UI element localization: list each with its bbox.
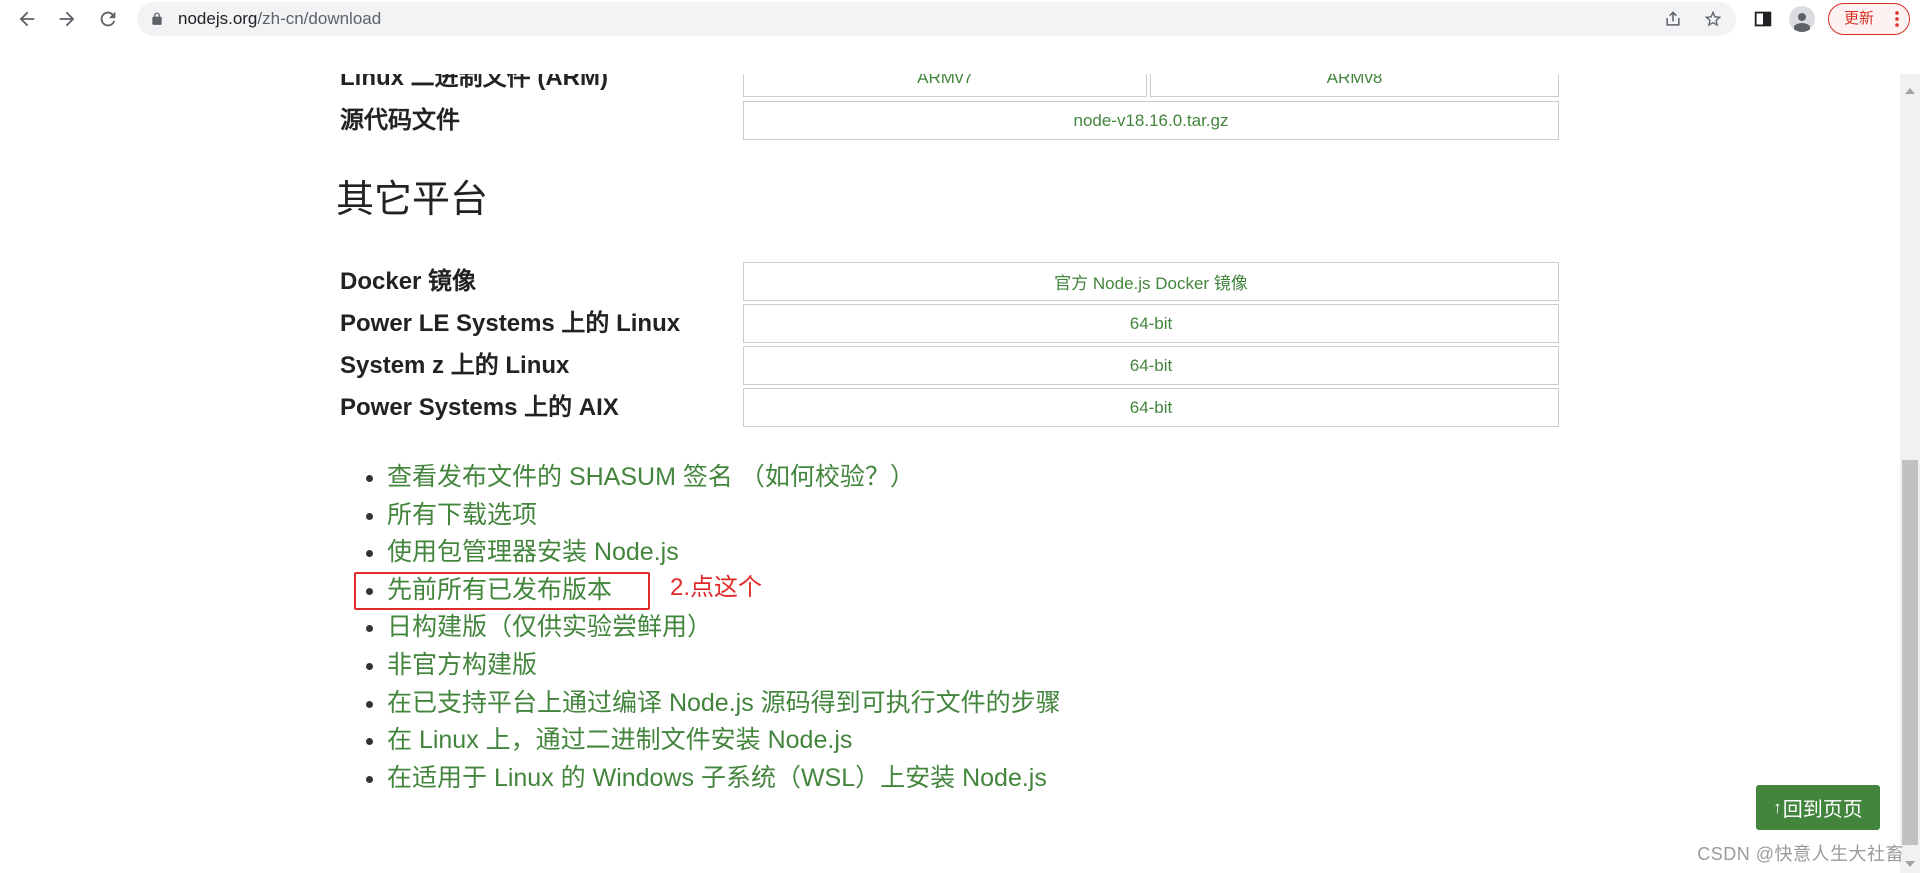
url-path: /zh-cn/download (257, 9, 382, 28)
profile-icon[interactable] (1789, 6, 1815, 32)
browser-toolbar: nodejs.org/zh-cn/download 更新 (0, 0, 1920, 74)
back-to-top-button[interactable]: ↑ 回到页页 (1756, 785, 1880, 830)
list-item: 查看发布文件的 SHASUM 签名 （如何校验？） (387, 459, 1061, 497)
list-item: 使用包管理器安装 Node.js (387, 534, 1061, 572)
more-vert-icon (1893, 10, 1901, 28)
forward-arrow-icon (59, 11, 75, 27)
all-download-options-link[interactable]: 所有下载选项 (387, 501, 537, 529)
row-label-source-code: 源代码文件 (340, 107, 460, 134)
vertical-scrollbar[interactable] (1900, 74, 1920, 873)
shasum-link[interactable]: 查看发布文件的 SHASUM 签名 (387, 463, 733, 491)
scrollbar-thumb[interactable] (1902, 460, 1918, 845)
share-glyph (1666, 11, 1680, 26)
row-label-power-le-linux: Power LE Systems 上的 Linux (340, 310, 681, 337)
update-button[interactable]: 更新 (1828, 3, 1910, 35)
list-item: 所有下载选项 (387, 497, 1061, 535)
back-arrow-icon (19, 11, 35, 27)
row-label-power-aix: Power Systems 上的 AIX (340, 394, 619, 421)
update-label: 更新 (1844, 10, 1875, 27)
build-from-source-link[interactable]: 在已支持平台上通过编译 Node.js 源码得到可执行文件的步骤 (387, 689, 1061, 717)
list-item: 在适用于 Linux 的 Windows 子系统（WSL）上安装 Node.js (387, 760, 1061, 798)
list-item: 在已支持平台上通过编译 Node.js 源码得到可执行文件的步骤 (387, 685, 1061, 723)
side-panel-button[interactable] (1747, 3, 1779, 35)
download-cell-power-aix[interactable]: 64-bit (743, 388, 1559, 427)
reload-icon (100, 11, 116, 27)
back-button[interactable] (11, 3, 43, 35)
other-platforms-heading: 其它平台 (336, 179, 489, 221)
download-cell-system-z-linux[interactable]: 64-bit (743, 346, 1559, 385)
row-label-docker: Docker 镜像 (340, 268, 477, 295)
list-item: 非官方构建版 (387, 647, 1061, 685)
list-item: 在 Linux 上，通过二进制文件安装 Node.js (387, 722, 1061, 760)
package-manager-link[interactable]: 使用包管理器安装 Node.js (387, 538, 679, 566)
annotation-text: 2.点这个 (670, 574, 763, 601)
star-glyph (1704, 10, 1722, 27)
csdn-watermark: CSDN @快意人生大社畜 (1697, 844, 1904, 864)
star-icon[interactable] (1701, 7, 1725, 31)
additional-links-list: 查看发布文件的 SHASUM 签名 （如何校验？） 所有下载选项 使用包管理器安… (387, 459, 1061, 797)
lock-glyph (152, 12, 162, 25)
wsl-install-link[interactable]: 在适用于 Linux 的 Windows 子系统（WSL）上安装 Node.js (387, 764, 1047, 792)
share-icon[interactable] (1661, 7, 1685, 31)
profile-glyph (1794, 13, 1810, 32)
nightly-builds-link[interactable]: 日构建版（仅供实验尝鲜用） (387, 613, 712, 641)
address-bar[interactable]: nodejs.org/zh-cn/download (137, 2, 1736, 36)
arrow-up-icon: ↑ (1773, 797, 1782, 817)
download-cell-docker[interactable]: 官方 Node.js Docker 镜像 (743, 262, 1559, 301)
previous-releases-link[interactable]: 先前所有已发布版本 (387, 576, 612, 604)
row-label-system-z-linux: System z 上的 Linux (340, 352, 570, 379)
forward-button[interactable] (51, 3, 83, 35)
side-panel-icon (1754, 11, 1772, 27)
download-cell-power-le-linux[interactable]: 64-bit (743, 304, 1559, 343)
scroll-down-arrow-icon[interactable] (1905, 861, 1915, 867)
how-to-verify-link[interactable]: （如何校验？） (740, 463, 915, 491)
reload-button[interactable] (92, 3, 124, 35)
back-to-top-label: 回到页页 (1782, 799, 1863, 821)
url-host: nodejs.org (178, 9, 258, 28)
unofficial-builds-link[interactable]: 非官方构建版 (387, 651, 537, 679)
lock-icon[interactable] (150, 12, 164, 26)
scroll-up-arrow-icon[interactable] (1905, 88, 1915, 94)
list-item: 日构建版（仅供实验尝鲜用） (387, 609, 1061, 647)
linux-binary-install-link[interactable]: 在 Linux 上，通过二进制文件安装 Node.js (387, 726, 852, 754)
url-text[interactable]: nodejs.org/zh-cn/download (178, 2, 381, 36)
page-content: Linux 二进制文件 (ARM) ARMv7 ARMv8 源代码文件 node… (0, 0, 1900, 873)
download-cell-source-tarball[interactable]: node-v18.16.0.tar.gz (743, 101, 1559, 140)
